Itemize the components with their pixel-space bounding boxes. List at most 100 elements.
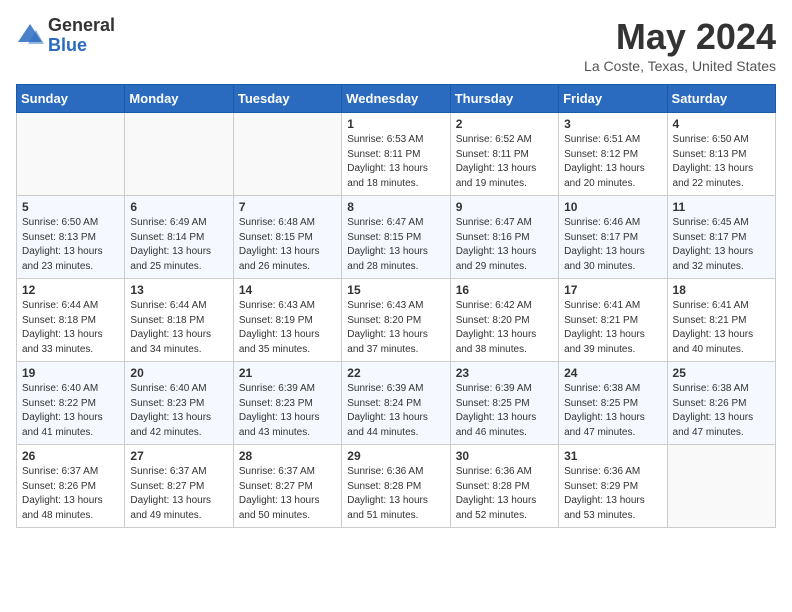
calendar-cell: 24Sunrise: 6:38 AM Sunset: 8:25 PM Dayli… (559, 362, 667, 445)
calendar-header: SundayMondayTuesdayWednesdayThursdayFrid… (17, 85, 776, 113)
cell-content: Sunrise: 6:46 AM Sunset: 8:17 PM Dayligh… (564, 216, 661, 274)
week-row-4: 19 Sunrise: 6:40 AM Sunset: 8:22 PM Dayli… (17, 362, 776, 445)
header-cell-tuesday: Tuesday (233, 85, 341, 113)
title-block: May 2024 La Coste, Texas, United States (584, 16, 776, 74)
day-number: 13 (130, 283, 227, 297)
calendar-cell: 5 Sunrise: 6:50 AM Sunset: 8:13 PM Daylig… (17, 196, 125, 279)
calendar-cell: 28Sunrise: 6:37 AM Sunset: 8:27 PM Dayli… (233, 445, 341, 528)
day-number: 3 (564, 117, 661, 131)
logo-icon (16, 22, 44, 50)
calendar-cell (125, 113, 233, 196)
day-number: 17 (564, 283, 661, 297)
day-number: 1 (347, 117, 444, 131)
calendar-cell: 12Sunrise: 6:44 AM Sunset: 8:18 PM Dayli… (17, 279, 125, 362)
calendar-cell: 30 Sunrise: 6:36 AM Sunset: 8:28 PM Dayli… (450, 445, 558, 528)
day-number: 5 (22, 200, 119, 214)
day-number: 10 (564, 200, 661, 214)
calendar-cell: 4Sunrise: 6:50 AM Sunset: 8:13 PM Daylig… (667, 113, 775, 196)
header-row: SundayMondayTuesdayWednesdayThursdayFrid… (17, 85, 776, 113)
calendar-table: SundayMondayTuesdayWednesdayThursdayFrid… (16, 84, 776, 528)
cell-content: Sunrise: 6:45 AM Sunset: 8:17 PM Dayligh… (673, 216, 770, 274)
day-number: 30 (456, 449, 553, 463)
day-number: 2 (456, 117, 553, 131)
calendar-cell: 1 Sunrise: 6:53 AM Sunset: 8:11 PM Daylig… (342, 113, 450, 196)
calendar-cell: 11Sunrise: 6:45 AM Sunset: 8:17 PM Dayli… (667, 196, 775, 279)
calendar-cell (17, 113, 125, 196)
calendar-cell: 29 Sunrise: 6:36 AM Sunset: 8:28 PM Dayli… (342, 445, 450, 528)
calendar-cell: 16 Sunrise: 6:42 AM Sunset: 8:20 PM Dayli… (450, 279, 558, 362)
cell-content: Sunrise: 6:40 AM Sunset: 8:22 PM Dayligh… (22, 382, 119, 440)
week-row-5: 26 Sunrise: 6:37 AM Sunset: 8:26 PM Dayli… (17, 445, 776, 528)
cell-content: Sunrise: 6:47 AM Sunset: 8:15 PM Dayligh… (347, 216, 444, 274)
week-row-3: 12Sunrise: 6:44 AM Sunset: 8:18 PM Dayli… (17, 279, 776, 362)
cell-content: Sunrise: 6:37 AM Sunset: 8:27 PM Dayligh… (130, 465, 227, 523)
cell-content: Sunrise: 6:51 AM Sunset: 8:12 PM Dayligh… (564, 133, 661, 191)
cell-content: Sunrise: 6:43 AM Sunset: 8:20 PM Dayligh… (347, 299, 444, 357)
calendar-title: May 2024 (584, 16, 776, 58)
cell-content: Sunrise: 6:41 AM Sunset: 8:21 PM Dayligh… (673, 299, 770, 357)
calendar-cell: 31Sunrise: 6:36 AM Sunset: 8:29 PM Dayli… (559, 445, 667, 528)
cell-content: Sunrise: 6:49 AM Sunset: 8:14 PM Dayligh… (130, 216, 227, 274)
day-number: 16 (456, 283, 553, 297)
day-number: 29 (347, 449, 444, 463)
cell-content: Sunrise: 6:36 AM Sunset: 8:28 PM Dayligh… (347, 465, 444, 523)
calendar-cell: 10 Sunrise: 6:46 AM Sunset: 8:17 PM Dayli… (559, 196, 667, 279)
header-cell-saturday: Saturday (667, 85, 775, 113)
day-number: 21 (239, 366, 336, 380)
cell-content: Sunrise: 6:47 AM Sunset: 8:16 PM Dayligh… (456, 216, 553, 274)
cell-content: Sunrise: 6:38 AM Sunset: 8:26 PM Dayligh… (673, 382, 770, 440)
cell-content: Sunrise: 6:50 AM Sunset: 8:13 PM Dayligh… (673, 133, 770, 191)
day-number: 25 (673, 366, 770, 380)
calendar-cell: 19 Sunrise: 6:40 AM Sunset: 8:22 PM Dayli… (17, 362, 125, 445)
day-number: 26 (22, 449, 119, 463)
calendar-cell: 2 Sunrise: 6:52 AM Sunset: 8:11 PM Daylig… (450, 113, 558, 196)
cell-content: Sunrise: 6:39 AM Sunset: 8:23 PM Dayligh… (239, 382, 336, 440)
cell-content: Sunrise: 6:52 AM Sunset: 8:11 PM Dayligh… (456, 133, 553, 191)
cell-content: Sunrise: 6:43 AM Sunset: 8:19 PM Dayligh… (239, 299, 336, 357)
cell-content: Sunrise: 6:37 AM Sunset: 8:27 PM Dayligh… (239, 465, 336, 523)
week-row-2: 5 Sunrise: 6:50 AM Sunset: 8:13 PM Daylig… (17, 196, 776, 279)
day-number: 27 (130, 449, 227, 463)
calendar-subtitle: La Coste, Texas, United States (584, 58, 776, 74)
cell-content: Sunrise: 6:41 AM Sunset: 8:21 PM Dayligh… (564, 299, 661, 357)
calendar-cell: 25 Sunrise: 6:38 AM Sunset: 8:26 PM Dayli… (667, 362, 775, 445)
header-cell-monday: Monday (125, 85, 233, 113)
header-cell-thursday: Thursday (450, 85, 558, 113)
calendar-body: 1 Sunrise: 6:53 AM Sunset: 8:11 PM Daylig… (17, 113, 776, 528)
cell-content: Sunrise: 6:39 AM Sunset: 8:24 PM Dayligh… (347, 382, 444, 440)
day-number: 22 (347, 366, 444, 380)
day-number: 23 (456, 366, 553, 380)
calendar-cell: 7Sunrise: 6:48 AM Sunset: 8:15 PM Daylig… (233, 196, 341, 279)
cell-content: Sunrise: 6:53 AM Sunset: 8:11 PM Dayligh… (347, 133, 444, 191)
calendar-cell: 3 Sunrise: 6:51 AM Sunset: 8:12 PM Daylig… (559, 113, 667, 196)
calendar-cell: 20Sunrise: 6:40 AM Sunset: 8:23 PM Dayli… (125, 362, 233, 445)
page-header: General Blue May 2024 La Coste, Texas, U… (16, 16, 776, 74)
header-cell-friday: Friday (559, 85, 667, 113)
calendar-cell: 17 Sunrise: 6:41 AM Sunset: 8:21 PM Dayli… (559, 279, 667, 362)
calendar-cell: 21 Sunrise: 6:39 AM Sunset: 8:23 PM Dayli… (233, 362, 341, 445)
calendar-cell: 13Sunrise: 6:44 AM Sunset: 8:18 PM Dayli… (125, 279, 233, 362)
cell-content: Sunrise: 6:37 AM Sunset: 8:26 PM Dayligh… (22, 465, 119, 523)
cell-content: Sunrise: 6:44 AM Sunset: 8:18 PM Dayligh… (22, 299, 119, 357)
header-cell-sunday: Sunday (17, 85, 125, 113)
day-number: 6 (130, 200, 227, 214)
calendar-cell (233, 113, 341, 196)
day-number: 31 (564, 449, 661, 463)
calendar-cell (667, 445, 775, 528)
calendar-cell: 8 Sunrise: 6:47 AM Sunset: 8:15 PM Daylig… (342, 196, 450, 279)
cell-content: Sunrise: 6:40 AM Sunset: 8:23 PM Dayligh… (130, 382, 227, 440)
cell-content: Sunrise: 6:36 AM Sunset: 8:28 PM Dayligh… (456, 465, 553, 523)
day-number: 9 (456, 200, 553, 214)
calendar-cell: 15Sunrise: 6:43 AM Sunset: 8:20 PM Dayli… (342, 279, 450, 362)
day-number: 7 (239, 200, 336, 214)
cell-content: Sunrise: 6:42 AM Sunset: 8:20 PM Dayligh… (456, 299, 553, 357)
cell-content: Sunrise: 6:39 AM Sunset: 8:25 PM Dayligh… (456, 382, 553, 440)
calendar-cell: 26 Sunrise: 6:37 AM Sunset: 8:26 PM Dayli… (17, 445, 125, 528)
calendar-cell: 18 Sunrise: 6:41 AM Sunset: 8:21 PM Dayli… (667, 279, 775, 362)
logo: General Blue (16, 16, 115, 56)
cell-content: Sunrise: 6:50 AM Sunset: 8:13 PM Dayligh… (22, 216, 119, 274)
logo-blue-text: Blue (48, 36, 115, 56)
day-number: 19 (22, 366, 119, 380)
day-number: 8 (347, 200, 444, 214)
day-number: 18 (673, 283, 770, 297)
